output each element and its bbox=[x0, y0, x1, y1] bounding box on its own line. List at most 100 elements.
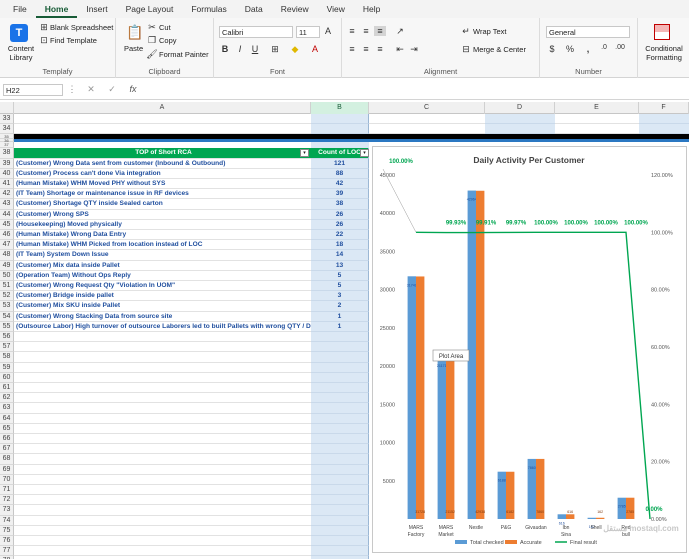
blank-spreadsheet-button[interactable]: Blank Spreadsheet bbox=[50, 23, 113, 32]
bar-total-checked[interactable] bbox=[407, 276, 416, 519]
row-header-60[interactable]: 60 bbox=[0, 372, 14, 383]
row-header-33[interactable]: 33 bbox=[0, 114, 14, 125]
row-header-55[interactable]: 55 bbox=[0, 321, 14, 332]
align-left-icon[interactable]: ≡ bbox=[346, 44, 358, 54]
content-library-button[interactable]: Content Library bbox=[4, 44, 38, 62]
wrap-text-button[interactable]: Wrap Text bbox=[473, 27, 507, 36]
row-header-70[interactable]: 70 bbox=[0, 474, 14, 485]
table-row-count[interactable]: 121 bbox=[311, 158, 369, 169]
row-header-67[interactable]: 67 bbox=[0, 444, 14, 455]
column-header-e[interactable]: E bbox=[555, 102, 639, 114]
align-center-icon[interactable]: ≡ bbox=[360, 44, 372, 54]
cell-b60[interactable] bbox=[311, 372, 369, 383]
align-top-icon[interactable]: ≡ bbox=[346, 26, 358, 36]
formula-input[interactable] bbox=[148, 84, 686, 96]
table-row-count[interactable]: 1 bbox=[311, 321, 369, 332]
bar-total-checked[interactable] bbox=[587, 517, 596, 519]
row-header-63[interactable]: 63 bbox=[0, 403, 14, 414]
column-header-c[interactable]: C bbox=[369, 102, 485, 114]
row-header-74[interactable]: 74 bbox=[0, 515, 14, 526]
table-row-count[interactable]: 18 bbox=[311, 240, 369, 251]
cell-b72[interactable] bbox=[311, 495, 369, 506]
table-row-label[interactable]: (Human Mistake) Wrong Data Entry bbox=[14, 230, 311, 241]
cell-b34[interactable] bbox=[311, 124, 369, 135]
column-header-f[interactable]: F bbox=[639, 102, 689, 114]
bar-accurate[interactable] bbox=[446, 357, 455, 519]
cell-b67[interactable] bbox=[311, 444, 369, 455]
row-header-44[interactable]: 44 bbox=[0, 209, 14, 220]
cell-b66[interactable] bbox=[311, 434, 369, 445]
bar-accurate[interactable] bbox=[476, 190, 485, 519]
find-template-button[interactable]: Find Template bbox=[50, 36, 97, 45]
cell-b61[interactable] bbox=[311, 383, 369, 394]
table-row-count[interactable]: 5 bbox=[311, 281, 369, 292]
tab-home[interactable]: Home bbox=[35, 0, 78, 18]
cell-f34[interactable] bbox=[639, 124, 689, 135]
cell-a62[interactable] bbox=[14, 393, 311, 404]
table-row-label[interactable]: (Customer) Wrong Request Qty "Violation … bbox=[14, 281, 311, 292]
cell-b59[interactable] bbox=[311, 362, 369, 373]
table-row-label[interactable]: (Operation Team) Without Ops Reply bbox=[14, 271, 311, 281]
row-header-47[interactable]: 47 bbox=[0, 240, 14, 251]
font-name-select[interactable]: Calibri bbox=[219, 26, 293, 38]
cell-b74[interactable] bbox=[311, 515, 369, 526]
column-header-a[interactable]: A bbox=[14, 102, 311, 114]
cell-b77[interactable] bbox=[311, 546, 369, 557]
row-header-56[interactable]: 56 bbox=[0, 332, 14, 343]
align-middle-icon[interactable]: ≡ bbox=[360, 26, 372, 36]
row-header-38[interactable]: 38 bbox=[0, 148, 14, 159]
table-row-count[interactable]: 5 bbox=[311, 270, 369, 281]
cell-a69[interactable] bbox=[14, 465, 311, 475]
cell-b57[interactable] bbox=[311, 342, 369, 353]
tab-page-layout[interactable]: Page Layout bbox=[117, 0, 183, 18]
increase-font-icon[interactable]: A bbox=[322, 26, 334, 36]
table-row-count[interactable]: 3 bbox=[311, 291, 369, 302]
table-row-label[interactable]: (Customer) Mix SKU inside Pallet bbox=[14, 301, 311, 312]
cell-a63[interactable] bbox=[14, 403, 311, 414]
cell-a60[interactable] bbox=[14, 373, 311, 383]
cell-a56[interactable] bbox=[14, 332, 311, 343]
tab-insert[interactable]: Insert bbox=[77, 0, 116, 18]
table-row-count[interactable]: 42 bbox=[311, 179, 369, 190]
copy-button[interactable]: Copy bbox=[159, 36, 177, 45]
cell-a57[interactable] bbox=[14, 342, 311, 353]
chart-svg[interactable]: Daily Activity Per Customer 5000 10000 1500… bbox=[373, 147, 686, 552]
table-row-count[interactable]: 14 bbox=[311, 250, 369, 261]
merge-center-button[interactable]: Merge & Center bbox=[473, 45, 526, 54]
bold-icon[interactable]: B bbox=[219, 44, 231, 54]
row-header-77[interactable]: 77 bbox=[0, 546, 14, 557]
table-row-label[interactable]: (Outsource Labor) High turnover of outso… bbox=[14, 322, 311, 332]
table-row-count[interactable]: 1 bbox=[311, 311, 369, 322]
row-header-45[interactable]: 45 bbox=[0, 219, 14, 230]
cell-a76[interactable] bbox=[14, 536, 311, 547]
cell-a70[interactable] bbox=[14, 475, 311, 485]
row-header-34[interactable]: 34 bbox=[0, 124, 14, 135]
bar-total-checked[interactable] bbox=[437, 357, 446, 519]
name-box[interactable]: H22 bbox=[3, 84, 63, 96]
tab-file[interactable]: File bbox=[4, 0, 36, 18]
decrease-decimal-icon[interactable]: .00 bbox=[614, 44, 626, 51]
table-row-label[interactable]: (Customer) Wrong Data sent from customer… bbox=[14, 159, 311, 169]
cell-a34[interactable] bbox=[14, 124, 311, 135]
row-header-76[interactable]: 76 bbox=[0, 536, 14, 547]
row-header-49[interactable]: 49 bbox=[0, 260, 14, 271]
table-row-label[interactable]: (Customer) Shortage QTY inside Sealed ca… bbox=[14, 199, 311, 210]
row-header-72[interactable]: 72 bbox=[0, 495, 14, 506]
row-header-75[interactable]: 75 bbox=[0, 525, 14, 536]
cell-b62[interactable] bbox=[311, 393, 369, 404]
fill-color-icon[interactable]: ◆ bbox=[289, 44, 301, 55]
cancel-icon[interactable]: ✕ bbox=[85, 84, 97, 95]
row-header-69[interactable]: 69 bbox=[0, 464, 14, 475]
row-header-68[interactable]: 68 bbox=[0, 454, 14, 465]
table-row-label[interactable]: (Human Mistake) WHM Picked from location… bbox=[14, 240, 311, 251]
row-header-41[interactable]: 41 bbox=[0, 179, 14, 190]
tab-help[interactable]: Help bbox=[354, 0, 389, 18]
increase-indent-icon[interactable]: ⇥ bbox=[408, 44, 420, 55]
row-header-71[interactable]: 71 bbox=[0, 485, 14, 496]
cell-a72[interactable] bbox=[14, 495, 311, 506]
paste-button[interactable]: Paste bbox=[124, 44, 143, 53]
row-header-46[interactable]: 46 bbox=[0, 230, 14, 241]
cell-a66[interactable] bbox=[14, 434, 311, 445]
table-row-count[interactable]: 38 bbox=[311, 199, 369, 210]
table-row-count[interactable]: 13 bbox=[311, 260, 369, 271]
